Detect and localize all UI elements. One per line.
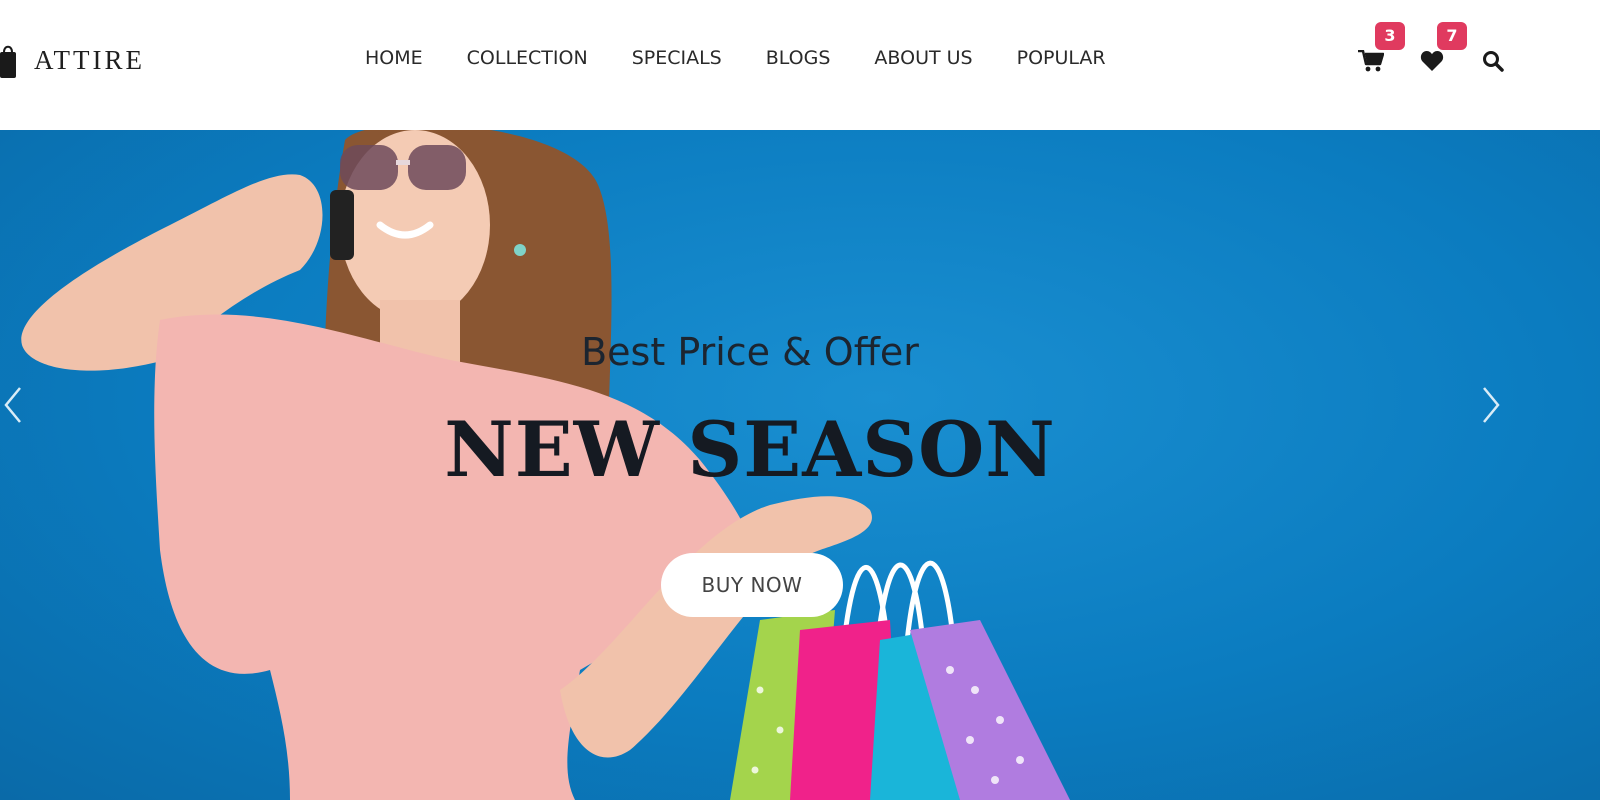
nav-item-home[interactable]: HOME <box>365 44 423 72</box>
nav-item-popular[interactable]: POPULAR <box>1017 44 1106 72</box>
buy-now-button[interactable]: BUY NOW <box>661 553 843 617</box>
search-icon <box>1483 51 1504 72</box>
nav-item-specials[interactable]: SPECIALS <box>632 44 722 72</box>
wishlist-button[interactable]: 7 <box>1412 22 1467 80</box>
main-nav: HOME COLLECTION SPECIALS BLOGS ABOUT US … <box>365 44 1150 72</box>
search-button[interactable] <box>1474 40 1514 80</box>
hero-slider: Best Price & Offer NEW SEASON BUY NOW <box>0 130 1600 800</box>
nav-item-collection[interactable]: COLLECTION <box>467 44 588 72</box>
brand-logo[interactable]: ATTIRE <box>0 38 145 82</box>
nav-item-about-us[interactable]: ABOUT US <box>874 44 972 72</box>
cart-icon <box>1358 50 1384 72</box>
heart-icon <box>1420 51 1444 71</box>
cart-count-badge: 3 <box>1375 22 1405 50</box>
cart-button[interactable]: 3 <box>1350 22 1405 80</box>
hero-title: NEW SEASON <box>444 405 1056 494</box>
brand-name: ATTIRE <box>34 44 145 75</box>
header-actions: 3 7 <box>1350 22 1510 80</box>
hero-subtitle: Best Price & Offer <box>581 330 919 374</box>
nav-item-blogs[interactable]: BLOGS <box>766 44 831 72</box>
shopping-bag-logo-icon <box>0 45 16 78</box>
site-header: ATTIRE HOME COLLECTION SPECIALS BLOGS AB… <box>0 0 1600 130</box>
wishlist-count-badge: 7 <box>1437 22 1467 50</box>
